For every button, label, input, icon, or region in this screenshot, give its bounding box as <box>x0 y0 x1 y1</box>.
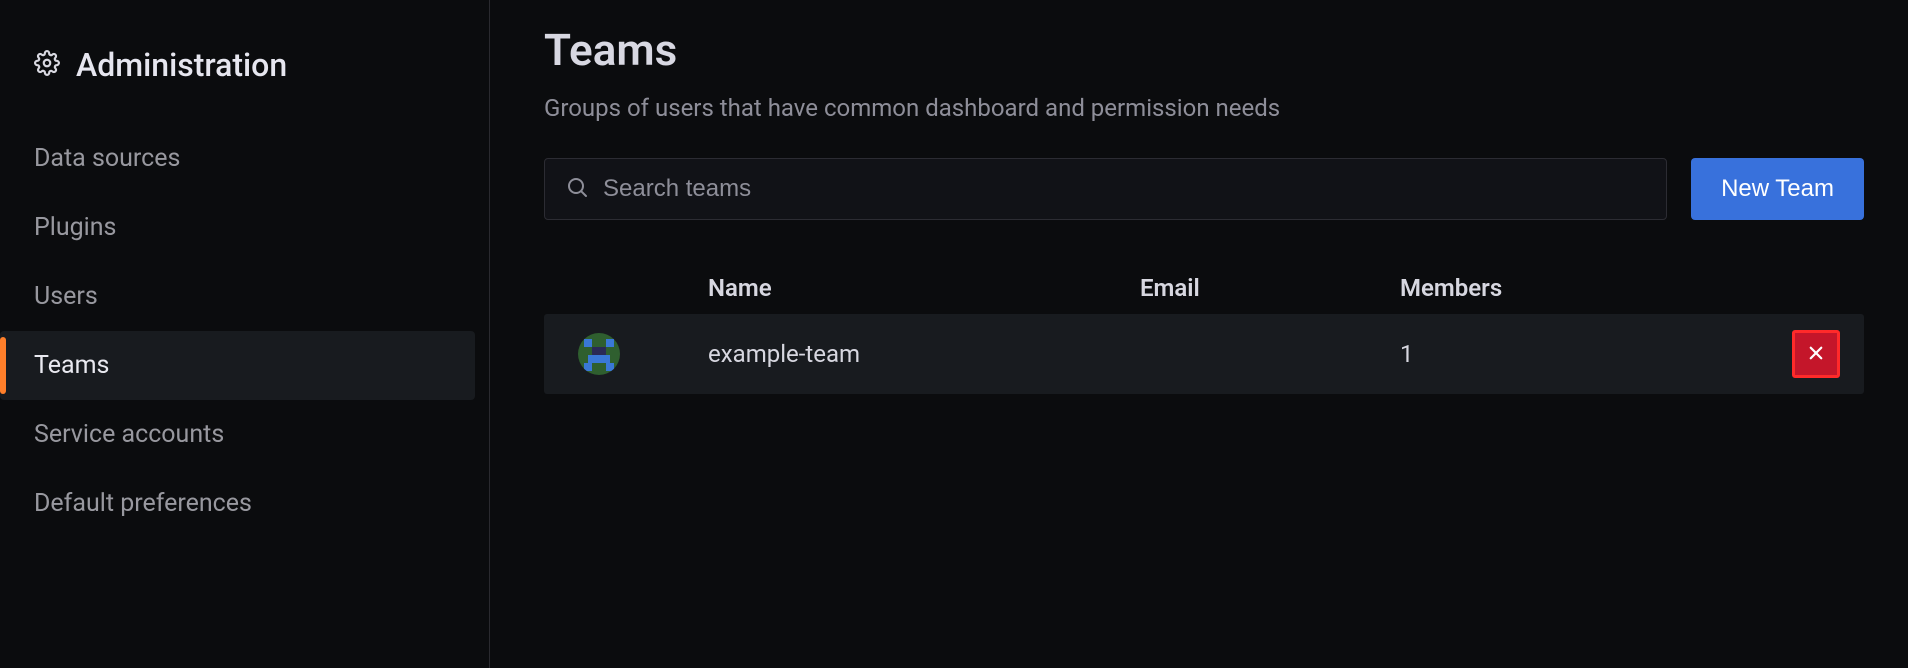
sidebar-item-data-sources[interactable]: Data sources <box>0 124 475 193</box>
sidebar-header: Administration <box>0 28 489 124</box>
sidebar-item-label: Service accounts <box>34 420 224 449</box>
col-email-header: Email <box>1140 274 1400 302</box>
sidebar-item-label: Users <box>34 282 98 311</box>
sidebar-item-plugins[interactable]: Plugins <box>0 193 475 262</box>
team-actions-cell <box>1740 330 1840 378</box>
sidebar-item-label: Data sources <box>34 144 180 173</box>
team-name-cell: example-team <box>708 340 1140 368</box>
main-content: Teams Groups of users that have common d… <box>490 0 1908 668</box>
sidebar-item-teams[interactable]: Teams <box>0 331 475 400</box>
col-name-header: Name <box>708 274 1140 302</box>
sidebar-item-service-accounts[interactable]: Service accounts <box>0 400 475 469</box>
team-members-cell: 1 <box>1400 340 1740 368</box>
teams-table: Name Email Members <box>544 262 1864 394</box>
sidebar-item-users[interactable]: Users <box>0 262 475 331</box>
toolbar: New Team <box>544 158 1864 220</box>
sidebar-title: Administration <box>76 46 287 84</box>
search-input[interactable] <box>603 175 1646 203</box>
team-avatar <box>578 333 620 375</box>
sidebar-item-default-preferences[interactable]: Default preferences <box>0 469 475 538</box>
close-icon <box>1807 340 1825 368</box>
table-header: Name Email Members <box>544 262 1864 314</box>
table-row[interactable]: example-team 1 <box>544 314 1864 394</box>
team-avatar-cell <box>568 333 708 375</box>
search-icon <box>565 175 589 203</box>
sidebar-item-label: Teams <box>34 351 109 380</box>
sidebar-item-label: Plugins <box>34 213 116 242</box>
sidebar: Administration Data sources Plugins User… <box>0 0 490 668</box>
sidebar-nav: Data sources Plugins Users Teams Service… <box>0 124 489 538</box>
delete-team-button[interactable] <box>1792 330 1840 378</box>
col-members-header: Members <box>1400 274 1740 302</box>
page-title: Teams <box>544 24 1864 76</box>
gear-icon <box>34 50 60 80</box>
new-team-button[interactable]: New Team <box>1691 158 1864 220</box>
search-container[interactable] <box>544 158 1667 220</box>
page-subtitle: Groups of users that have common dashboa… <box>544 94 1864 122</box>
sidebar-item-label: Default preferences <box>34 489 252 518</box>
